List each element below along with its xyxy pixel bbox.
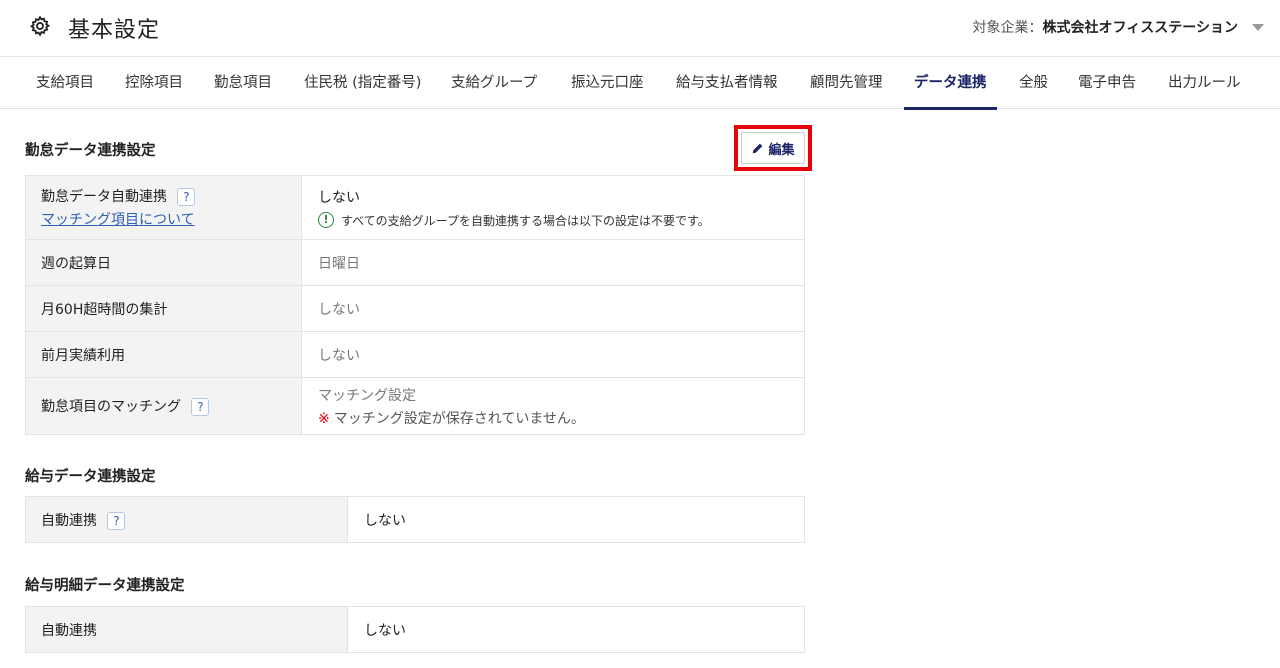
matching-value: マッチング設定: [318, 387, 416, 404]
company-label: 対象企業：: [972, 20, 1043, 36]
tab-payment-items[interactable]: 支給項目: [36, 57, 94, 109]
table-row: 自動連携 ? しない: [25, 496, 805, 543]
attendance-settings-table: 勤怠データ自動連携 ? マッチング項目について しない ! すべての支給グループ…: [25, 175, 805, 435]
company-selector[interactable]: 対象企業： 株式会社オフィスステーション: [973, 17, 1264, 37]
matching-label: 勤怠項目のマッチング: [41, 399, 181, 415]
tab-output-rules[interactable]: 出力ルール: [1168, 57, 1241, 109]
payslip-settings-table: 自動連携 しない: [25, 606, 805, 653]
tab-transfer-account[interactable]: 振込元口座: [571, 57, 644, 109]
edit-button-highlight: 編集: [734, 125, 812, 171]
help-icon[interactable]: ?: [191, 398, 210, 416]
section-title-salary: 給与データ連携設定: [25, 469, 156, 485]
matching-warning: マッチング設定が保存されていません。: [333, 410, 585, 427]
table-row: 前月実績利用 しない: [25, 331, 805, 378]
payslip-auto-value: しない: [364, 622, 406, 639]
section-title-payslip: 給与明細データ連携設定: [25, 578, 185, 594]
matching-items-link[interactable]: マッチング項目について: [41, 212, 195, 228]
pencil-icon: [753, 143, 763, 153]
tab-payment-group[interactable]: 支給グループ: [451, 57, 537, 109]
table-row: 週の起算日 日曜日: [25, 239, 805, 286]
tab-e-filing[interactable]: 電子申告: [1078, 57, 1136, 109]
help-icon[interactable]: ?: [177, 188, 196, 206]
overtime-label: 月60H超時間の集計: [41, 301, 168, 318]
week-start-label: 週の起算日: [41, 255, 111, 272]
gear-icon: [29, 15, 51, 37]
edit-button-label: 編集: [768, 142, 795, 158]
section-title-attendance: 勤怠データ連携設定: [25, 143, 156, 159]
table-row: 月60H超時間の集計 しない: [25, 285, 805, 332]
auto-link-label: 勤怠データ自動連携: [41, 189, 167, 205]
tab-payer-info[interactable]: 給与支払者情報: [676, 57, 778, 109]
info-icon: !: [318, 212, 334, 228]
help-icon[interactable]: ?: [107, 511, 126, 530]
page-title: 基本設定: [68, 18, 161, 43]
salary-auto-label: 自動連携: [41, 512, 97, 529]
page-header: 基本設定 対象企業： 株式会社オフィスステーション: [0, 0, 1280, 56]
warning-mark: ※: [318, 410, 330, 427]
auto-link-value: しない: [318, 189, 360, 206]
overtime-value: しない: [318, 301, 360, 318]
tab-client-management[interactable]: 顧問先管理: [810, 57, 883, 109]
chevron-down-icon[interactable]: [1252, 23, 1264, 31]
table-row: 勤怠データ自動連携 ? マッチング項目について しない ! すべての支給グループ…: [25, 175, 805, 240]
payslip-auto-label: 自動連携: [41, 622, 97, 639]
week-start-value: 日曜日: [318, 255, 360, 272]
salary-auto-value: しない: [364, 512, 406, 529]
table-row: 勤怠項目のマッチング ? マッチング設定 ※ マッチング設定が保存されていません。: [25, 377, 805, 435]
table-row: 自動連携 しない: [25, 606, 805, 653]
prev-month-value: しない: [318, 347, 360, 364]
tab-deduction-items[interactable]: 控除項目: [125, 57, 183, 109]
salary-settings-table: 自動連携 ? しない: [25, 496, 805, 543]
edit-button[interactable]: 編集: [741, 132, 805, 164]
auto-link-note: すべての支給グループを自動連携する場合は以下の設定は不要です。: [341, 213, 710, 228]
tab-attendance-items[interactable]: 勤怠項目: [214, 57, 272, 109]
company-name: 株式会社オフィスステーション: [1042, 20, 1238, 36]
tab-resident-tax[interactable]: 住民税 (指定番号): [304, 57, 421, 109]
tab-bar: 支給項目 控除項目 勤怠項目 住民税 (指定番号) 支給グループ 振込元口座 給…: [0, 56, 1280, 110]
tab-data-link[interactable]: データ連携: [904, 57, 996, 110]
tab-general[interactable]: 全般: [1019, 57, 1048, 109]
prev-month-label: 前月実績利用: [41, 347, 125, 364]
